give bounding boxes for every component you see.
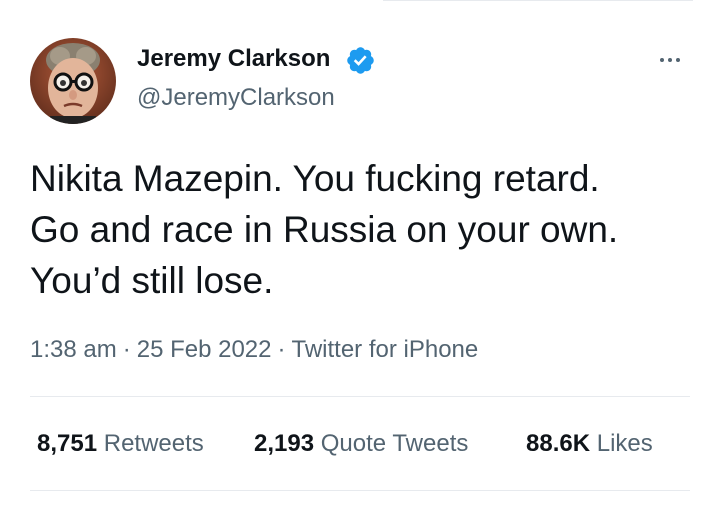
dot [668, 58, 672, 62]
tweet-date[interactable]: 25 Feb 2022 [137, 336, 272, 363]
quote-tweets-count: 2,193 [254, 430, 315, 457]
author-handle[interactable]: @JeremyClarkson [137, 84, 335, 112]
retweets-label: Retweets [103, 430, 204, 457]
avatar-image [30, 38, 116, 124]
top-divider [383, 0, 693, 1]
likes-label: Likes [596, 430, 653, 457]
dot [676, 58, 680, 62]
avatar[interactable] [30, 38, 116, 124]
tweet-time[interactable]: 1:38 am [30, 336, 117, 363]
retweets-stat[interactable]: 8,751 Retweets [37, 430, 204, 458]
meta-separator: · [277, 336, 286, 363]
more-options-icon[interactable] [653, 50, 687, 70]
dot [660, 58, 664, 62]
divider [30, 490, 690, 491]
tweet-text: Nikita Mazepin. You fucking retard. Go a… [30, 153, 700, 306]
tweet-meta: 1:38 am · 25 Feb 2022 · Twitter for iPhone [30, 336, 478, 364]
quote-tweets-label: Quote Tweets [320, 430, 469, 457]
tweet-line: Go and race in Russia on your own. [30, 209, 619, 250]
author-display-name[interactable]: Jeremy Clarkson [137, 45, 330, 73]
tweet-source[interactable]: Twitter for iPhone [292, 336, 479, 363]
tweet-line: Nikita Mazepin. You fucking retard. [30, 158, 600, 199]
likes-stat[interactable]: 88.6K Likes [526, 430, 653, 458]
likes-count: 88.6K [526, 430, 591, 457]
tweet-line: You’d still lose. [30, 260, 274, 301]
meta-separator: · [122, 336, 131, 363]
verified-badge-icon [347, 47, 374, 74]
retweets-count: 8,751 [37, 430, 98, 457]
divider [30, 396, 690, 397]
quote-tweets-stat[interactable]: 2,193 Quote Tweets [254, 430, 468, 458]
